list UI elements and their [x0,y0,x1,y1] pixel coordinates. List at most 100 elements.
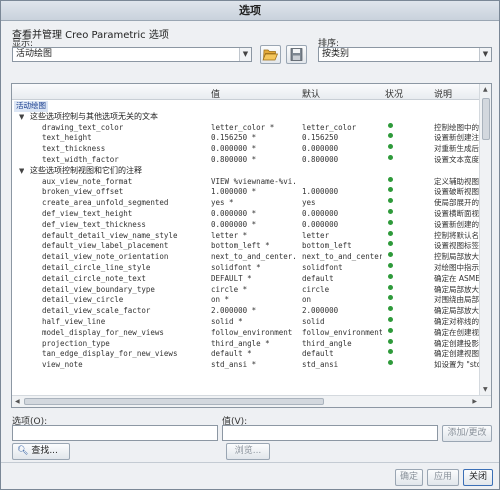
option-name: default_detail_view_name_style [42,230,178,240]
option-description: 如设置为 "std_ [434,360,480,370]
table-row[interactable]: text_height 0.156250 * 0.156250 设置新创建注释 [12,133,480,144]
option-value: next_to_and_center... [211,252,297,262]
column-value[interactable]: 值 [211,87,220,100]
option-value: 0.000000 * [211,144,257,154]
chevron-down-icon: ▼ [239,48,251,61]
table-row[interactable]: broken_view_offset 1.000000 * 1.000000 设置破断… [12,187,480,198]
option-value: 0.000000 * [211,208,257,218]
option-default: yes [302,198,316,208]
footer-divider [1,462,499,463]
status-ok-icon [388,306,393,312]
option-default: 1.000000 [302,187,339,197]
save-config-button[interactable] [286,45,307,64]
option-name: projection_type [42,338,110,348]
option-default: on [302,295,312,305]
tree-group[interactable]: ▼ 这些选项控制视图和它们的注释 [12,166,480,177]
column-default[interactable]: 默认 [302,87,320,100]
table-row[interactable]: view_note std_ansi * std_ansi 如设置为 "std_ [12,360,480,371]
add-change-button[interactable]: 添加/更改 [442,425,492,442]
open-config-button[interactable] [260,45,281,64]
option-name: tan_edge_display_for_new_views [42,349,178,359]
table-row[interactable]: default_detail_view_name_style letter * le… [12,230,480,242]
option-description: 设置视图标签的 [434,241,480,251]
table-row[interactable]: projection_type third_angle * third_angle 确… [12,338,480,350]
table-row[interactable]: aux_view_note_format VIEW %viewname-%vi..… [12,176,480,188]
option-description: 确定在创建视图 [434,327,480,337]
option-default: 0.156250 [302,133,339,143]
vertical-scrollbar[interactable]: ▲ ▼ [479,84,491,395]
table-row[interactable]: detail_circle_note_text DEFAULT * default 确… [12,273,480,285]
collapse-triangle-icon[interactable]: ▼ [19,112,24,123]
table-row[interactable]: default_view_label_placement bottom_left … [12,241,480,252]
tree-group[interactable]: ▼ 这些选项控制与其他选项无关的文本 [12,112,480,123]
sort-select[interactable]: 按类别 ▼ [318,47,492,62]
option-description: 控制将默认名称 [434,230,480,240]
table-row[interactable]: def_view_text_height 0.000000 * 0.000000 设置… [12,208,480,220]
status-ok-icon [388,262,393,268]
table-row[interactable]: tan_edge_display_for_new_views default * d… [12,349,480,360]
collapse-triangle-icon[interactable]: ▼ [19,166,24,177]
scroll-down-icon[interactable]: ▼ [483,386,488,393]
apply-button[interactable]: 应用 [427,469,459,486]
display-select[interactable]: 活动绘图 ▼ [12,47,252,62]
table-row[interactable]: create_area_unfold_segmented yes * yes 使局部展… [12,198,480,209]
option-default: 0.800000 [302,154,339,164]
option-value: yes * [211,198,234,208]
scroll-left-icon[interactable]: ◀ [15,398,20,405]
option-default: 0.000000 [302,144,339,154]
scroll-up-icon[interactable]: ▲ [483,86,488,93]
table-row[interactable]: half_view_line solid * solid 确定对称线的显 [12,316,480,328]
close-button[interactable]: 关闭 [463,469,493,486]
status-ok-icon [388,187,393,193]
status-ok-icon [388,176,393,182]
folder-open-icon [262,49,279,61]
option-default: 0.000000 [302,208,339,218]
status-ok-icon [388,349,393,355]
option-default: letter [302,230,330,240]
option-name: detail_circle_note_text [42,273,146,283]
option-value: on * [211,295,230,305]
browse-button[interactable]: 浏览... [226,443,270,460]
table-row[interactable]: detail_view_note_orientation next_to_and_… [12,252,480,263]
table-row[interactable]: detail_view_boundary_type circle * circle 确… [12,284,480,296]
value-input[interactable] [222,425,438,441]
scrollbar-thumb[interactable] [482,98,490,140]
find-button-label: 查找... [31,446,58,456]
option-input[interactable] [12,425,218,441]
option-name: aux_view_note_format [42,176,133,186]
options-list[interactable]: 值 默认 状况 说明 活动绘图 ▼ 这些选项控制与其他选项无关的文本 drawi… [11,83,492,408]
table-row[interactable]: def_view_text_thickness 0.000000 * 0.00000… [12,219,480,231]
option-description: 对重新生成后的 [434,144,480,154]
status-ok-icon [388,338,393,344]
table-row[interactable]: detail_view_scale_factor 2.000000 * 2.0000… [12,306,480,317]
option-value: VIEW %viewname-%vi... [211,176,297,186]
scrollbar-thumb[interactable] [24,398,324,405]
table-row[interactable]: model_display_for_new_views follow_enviro… [12,327,480,339]
column-status[interactable]: 状况 [385,87,403,100]
option-default: default [302,349,334,359]
option-default: default [302,273,334,283]
scroll-right-icon[interactable]: ▶ [472,398,477,405]
table-row[interactable]: text_width_factor 0.800000 * 0.800000 设置文本宽… [12,154,480,166]
option-name: default_view_label_placement [42,241,169,251]
option-description: 设置横断面视图 [434,208,480,218]
tree-root[interactable]: 活动绘图 [12,101,480,112]
table-row[interactable]: drawing_text_color letter_color * letter_c… [12,122,480,134]
options-tree: 活动绘图 ▼ 这些选项控制与其他选项无关的文本 drawing_text_col… [12,101,480,371]
status-ok-icon [388,316,393,322]
ok-button[interactable]: 确定 [395,469,423,486]
option-name: text_thickness [42,144,106,154]
floppy-disk-icon [290,48,303,61]
horizontal-scrollbar[interactable]: ◀ ▶ [12,395,491,407]
table-row[interactable]: detail_circle_line_style solidfont * solid… [12,262,480,274]
option-default: follow_environment [302,327,382,337]
column-description[interactable]: 说明 [434,87,452,100]
option-value: third_angle * [211,338,270,348]
table-row[interactable]: text_thickness 0.000000 * 0.000000 对重新生成后的 [12,144,480,155]
group-label: 这些选项控制与其他选项无关的文本 [30,111,158,121]
table-row[interactable]: detail_view_circle on * on 对围绕由局部放 [12,295,480,306]
find-button[interactable]: 🔍︎ 查找... [12,443,70,460]
option-name: detail_circle_line_style [42,262,151,272]
list-header: 值 默认 状况 说明 [12,84,480,100]
status-ok-icon [388,273,393,279]
